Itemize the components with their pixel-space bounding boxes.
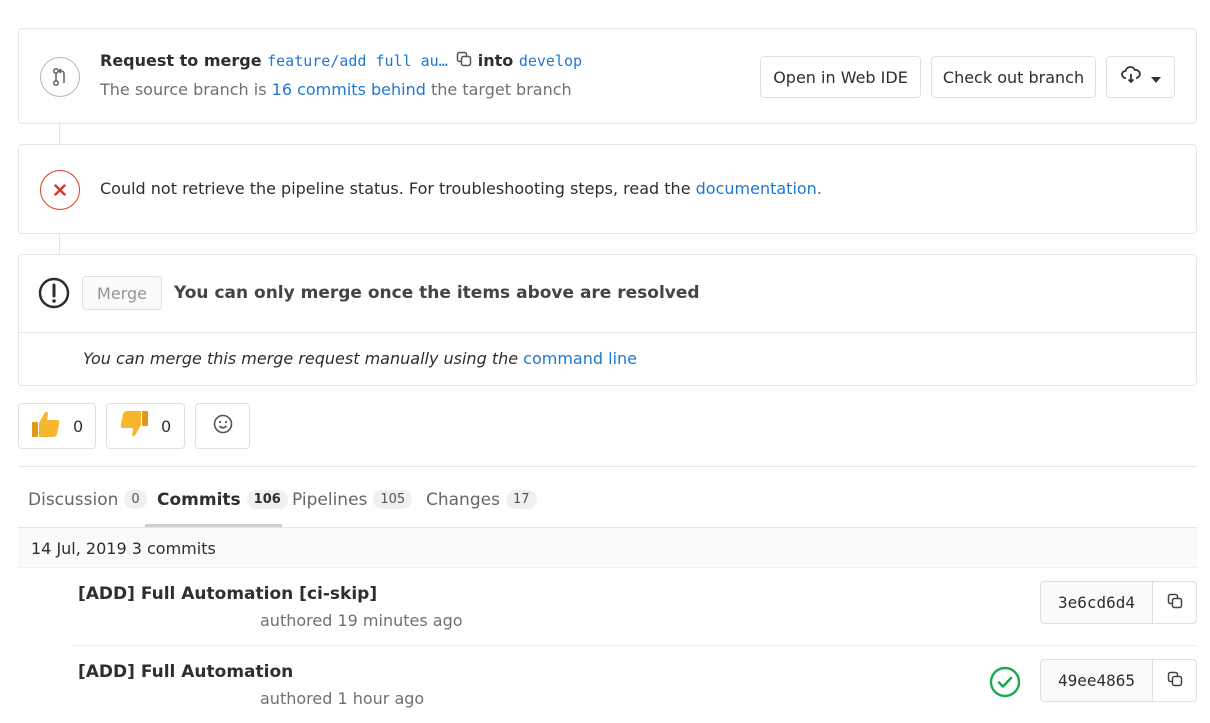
commit-row: [ADD] Full Automation authored 1 hour ag…	[72, 646, 1197, 723]
title-prefix: Request to merge	[100, 51, 262, 70]
into-label: into	[477, 51, 514, 70]
thumbs-up-count: 0	[73, 416, 84, 436]
cloud-download-icon	[1120, 66, 1141, 88]
divider	[18, 466, 1197, 467]
branch-status-prefix: The source branch is	[100, 80, 267, 99]
tab-count-badge: 105	[373, 490, 413, 509]
commit-title-link[interactable]: [ADD] Full Automation [ci-skip]	[78, 584, 377, 604]
pipeline-passed-icon[interactable]	[989, 666, 1021, 702]
tab-count-badge: 17	[505, 490, 537, 509]
target-branch-link[interactable]: develop	[519, 52, 582, 70]
merge-blocked-message: You can only merge once the items above …	[174, 283, 700, 303]
tab-discussion[interactable]: Discussion 0	[28, 472, 147, 527]
divider	[19, 332, 1196, 333]
check-out-branch-button[interactable]: Check out branch	[931, 56, 1096, 98]
pipeline-message: Could not retrieve the pipeline status. …	[100, 179, 691, 198]
error-icon	[40, 170, 80, 210]
thumbs-down-count: 0	[161, 416, 172, 436]
commits-behind-link[interactable]: 16 commits behind	[272, 80, 426, 99]
pipeline-error-message: Could not retrieve the pipeline status. …	[100, 179, 822, 198]
tab-commits[interactable]: Commits 106	[157, 472, 288, 527]
commit-meta: authored 1 hour ago	[260, 689, 425, 708]
thumbs-up-award-button[interactable]: 0	[18, 403, 96, 449]
copy-branch-icon[interactable]	[456, 51, 472, 71]
open-web-ide-button[interactable]: Open in Web IDE	[760, 56, 921, 98]
tab-label: Commits	[157, 489, 241, 510]
add-reaction-button[interactable]	[195, 403, 250, 449]
tab-changes[interactable]: Changes 17	[426, 472, 537, 527]
copy-icon	[1167, 671, 1183, 691]
tab-label: Pipelines	[292, 489, 368, 510]
commit-row: [ADD] Full Automation [ci-skip] authored…	[72, 568, 1197, 646]
manual-merge-info: You can merge this merge request manuall…	[83, 349, 637, 368]
merge-widget-card: Merge You can only merge once the items …	[18, 254, 1197, 386]
thumbs-down-icon	[119, 410, 149, 442]
merge-button[interactable]: Merge	[82, 276, 162, 310]
manual-merge-text: You can merge this merge request manuall…	[83, 349, 519, 368]
documentation-link[interactable]: documentation.	[696, 179, 822, 198]
timeline-connector	[59, 234, 60, 254]
source-branch-link[interactable]: feature/add full au…	[267, 52, 448, 70]
tab-label: Changes	[426, 489, 500, 510]
copy-sha-button[interactable]	[1153, 582, 1196, 623]
commit-title-link[interactable]: [ADD] Full Automation	[78, 662, 293, 682]
tab-count-badge: 106	[246, 490, 288, 509]
download-dropdown-button[interactable]	[1106, 56, 1175, 98]
commit-sha-group: 3e6cd6d4	[1040, 581, 1197, 624]
pipeline-status-card: Could not retrieve the pipeline status. …	[18, 144, 1197, 234]
smiley-icon	[213, 414, 233, 438]
timeline-connector	[59, 124, 60, 144]
commit-sha-group: 49ee4865	[1040, 659, 1197, 702]
warning-icon	[38, 277, 70, 309]
chevron-down-icon	[1150, 68, 1161, 87]
thumbs-up-icon	[31, 410, 61, 442]
commit-day-header: 14 Jul, 2019 3 commits	[18, 528, 1197, 568]
merge-request-info-card: Request to merge feature/add full au… int…	[18, 28, 1197, 124]
tab-count-badge: 0	[124, 490, 147, 509]
merge-request-icon	[40, 57, 80, 97]
copy-icon	[1167, 593, 1183, 613]
command-line-link[interactable]: command line	[523, 349, 637, 368]
thumbs-down-award-button[interactable]: 0	[106, 403, 185, 449]
tab-pipelines[interactable]: Pipelines 105	[292, 472, 413, 527]
day-header-label: 14 Jul, 2019 3 commits	[31, 539, 216, 558]
commit-meta: authored 19 minutes ago	[260, 611, 463, 630]
merge-request-title: Request to merge feature/add full au… int…	[100, 51, 582, 71]
commit-sha-button[interactable]: 49ee4865	[1041, 660, 1153, 701]
copy-sha-button[interactable]	[1153, 660, 1196, 701]
tab-label: Discussion	[28, 489, 119, 510]
branch-status: The source branch is 16 commits behind t…	[100, 80, 572, 99]
branch-status-suffix: the target branch	[430, 80, 572, 99]
commit-sha-button[interactable]: 3e6cd6d4	[1041, 582, 1153, 623]
